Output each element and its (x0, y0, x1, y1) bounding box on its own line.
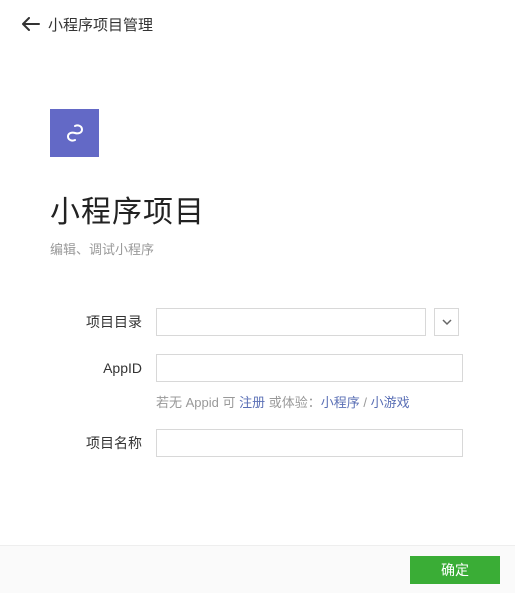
project-name-row: 项目名称 (50, 429, 465, 457)
project-name-label: 项目名称 (50, 429, 156, 457)
page-subtitle: 编辑、调试小程序 (50, 239, 465, 258)
project-directory-row: 项目目录 (50, 308, 465, 336)
project-directory-label: 项目目录 (50, 308, 156, 336)
confirm-button[interactable]: 确定 (410, 556, 500, 584)
header: 小程序项目管理 (0, 0, 515, 49)
page-title: 小程序项目 (50, 187, 465, 231)
hint-text-middle: 或体验： (265, 395, 321, 410)
appid-input[interactable] (156, 354, 463, 382)
appid-row: AppID 若无 Appid 可 注册 或体验：小程序 / 小游戏 (50, 354, 465, 411)
miniprogram-logo-icon (50, 109, 99, 157)
header-title: 小程序项目管理 (48, 14, 153, 35)
appid-hint: 若无 Appid 可 注册 或体验：小程序 / 小游戏 (156, 392, 465, 411)
project-name-input[interactable] (156, 429, 463, 457)
hint-text-prefix: 若无 Appid 可 (156, 395, 239, 410)
back-arrow-icon[interactable] (22, 16, 40, 34)
minigame-link[interactable]: 小游戏 (371, 395, 410, 410)
appid-label: AppID (50, 354, 156, 382)
miniprogram-link[interactable]: 小程序 (321, 395, 360, 410)
footer: 确定 (0, 545, 515, 593)
project-directory-input[interactable] (156, 308, 426, 336)
hint-text-sep: / (360, 395, 371, 410)
project-form: 项目目录 AppID 若无 Appid 可 注册 或体验：小程序 / 小游戏 (50, 308, 465, 457)
directory-dropdown-button[interactable] (434, 308, 459, 336)
content: 小程序项目 编辑、调试小程序 项目目录 AppID 若无 Appid 可 注册 … (0, 109, 515, 457)
register-link[interactable]: 注册 (239, 395, 265, 410)
chevron-down-icon (442, 317, 452, 327)
